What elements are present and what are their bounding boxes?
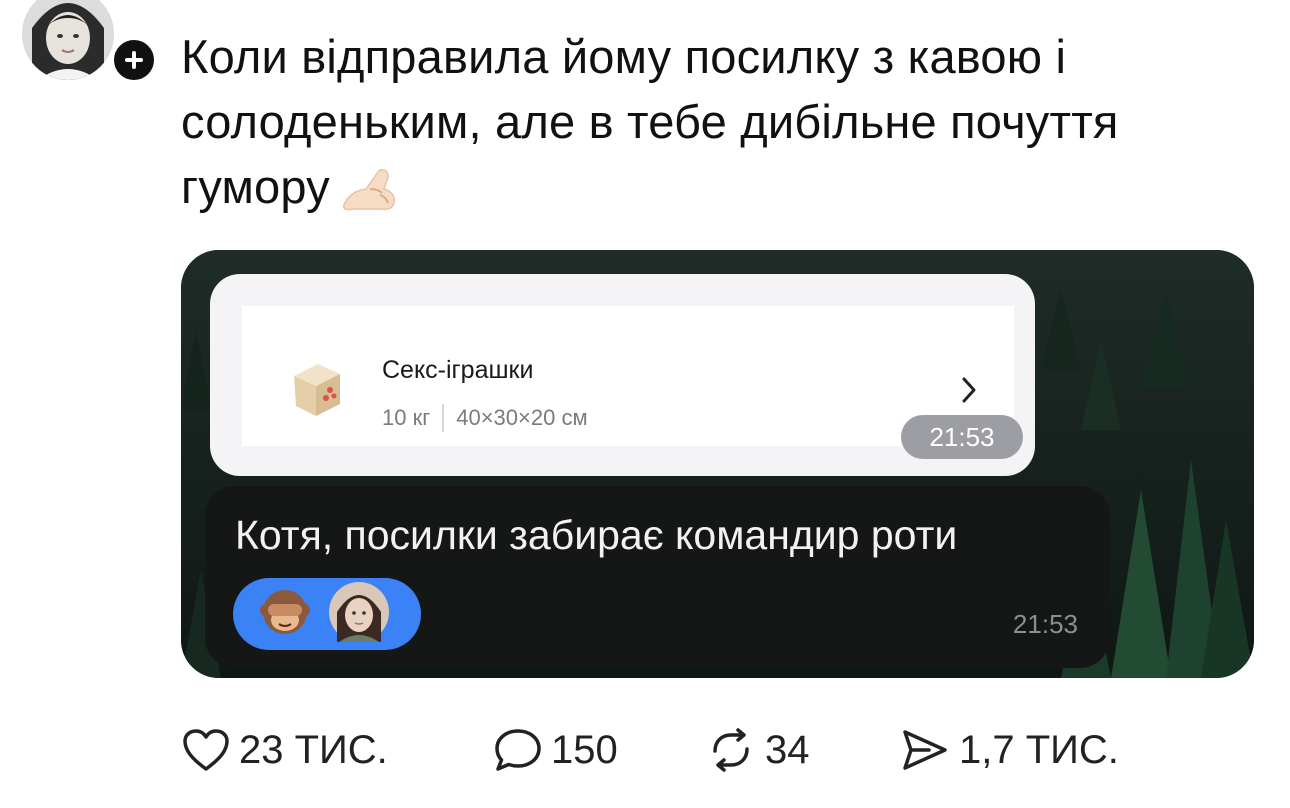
repost-count: 34 [765, 727, 810, 772]
parcel-message-time: 21:53 [901, 415, 1023, 459]
post-action-bar: 23 ТИС. 150 34 1,7 ТИС. [181, 720, 1261, 780]
plus-icon [125, 51, 143, 69]
heart-icon [181, 727, 231, 773]
follow-button[interactable] [110, 36, 158, 84]
parcel-message-bubble[interactable]: Секс-іграшки 10 кг 40×30×20 см 21:53 [210, 274, 1035, 476]
chevron-right-icon[interactable] [960, 376, 978, 409]
attached-screenshot[interactable]: Секс-іграшки 10 кг 40×30×20 см 21:53 Кот… [181, 250, 1254, 678]
reaction-pill[interactable] [233, 578, 421, 650]
see-no-evil-monkey-icon [259, 586, 311, 643]
comment-count: 150 [551, 727, 618, 772]
repost-button[interactable]: 34 [705, 720, 810, 780]
post-text-block: Коли відправила йому посилку з кавою і с… [181, 24, 1241, 229]
like-count: 23 ТИС. [239, 727, 388, 772]
send-icon [899, 727, 951, 773]
parcel-weight: 10 кг [382, 405, 431, 430]
parcel-dimensions: 40×30×20 см [456, 405, 588, 430]
reply-message-bubble[interactable]: Котя, посилки забирає командир роти 21:5… [205, 486, 1110, 668]
reply-message-time: 21:53 [1012, 609, 1078, 639]
pinching-hand-emoji [340, 164, 400, 229]
repost-icon [705, 727, 757, 773]
post-text: Коли відправила йому посилку з кавою і с… [181, 30, 1119, 213]
author-avatar-group[interactable] [22, 0, 158, 84]
share-count: 1,7 ТИС. [959, 727, 1119, 772]
parcel-title: Секс-іграшки [382, 356, 534, 384]
reaction-user-avatar [329, 581, 389, 647]
comment-button[interactable]: 150 [493, 720, 618, 780]
share-button[interactable]: 1,7 ТИС. [899, 720, 1119, 780]
author-avatar[interactable] [22, 0, 114, 80]
parcel-meta: 10 кг 40×30×20 см [382, 404, 588, 432]
like-button[interactable]: 23 ТИС. [181, 720, 388, 780]
reply-message-text: Котя, посилки забирає командир роти [235, 512, 958, 558]
comment-bubble-icon [493, 727, 543, 773]
parcel-meta-divider [442, 404, 445, 432]
parcel-box-icon [288, 358, 344, 423]
parcel-card[interactable]: Секс-іграшки 10 кг 40×30×20 см [242, 306, 1014, 446]
